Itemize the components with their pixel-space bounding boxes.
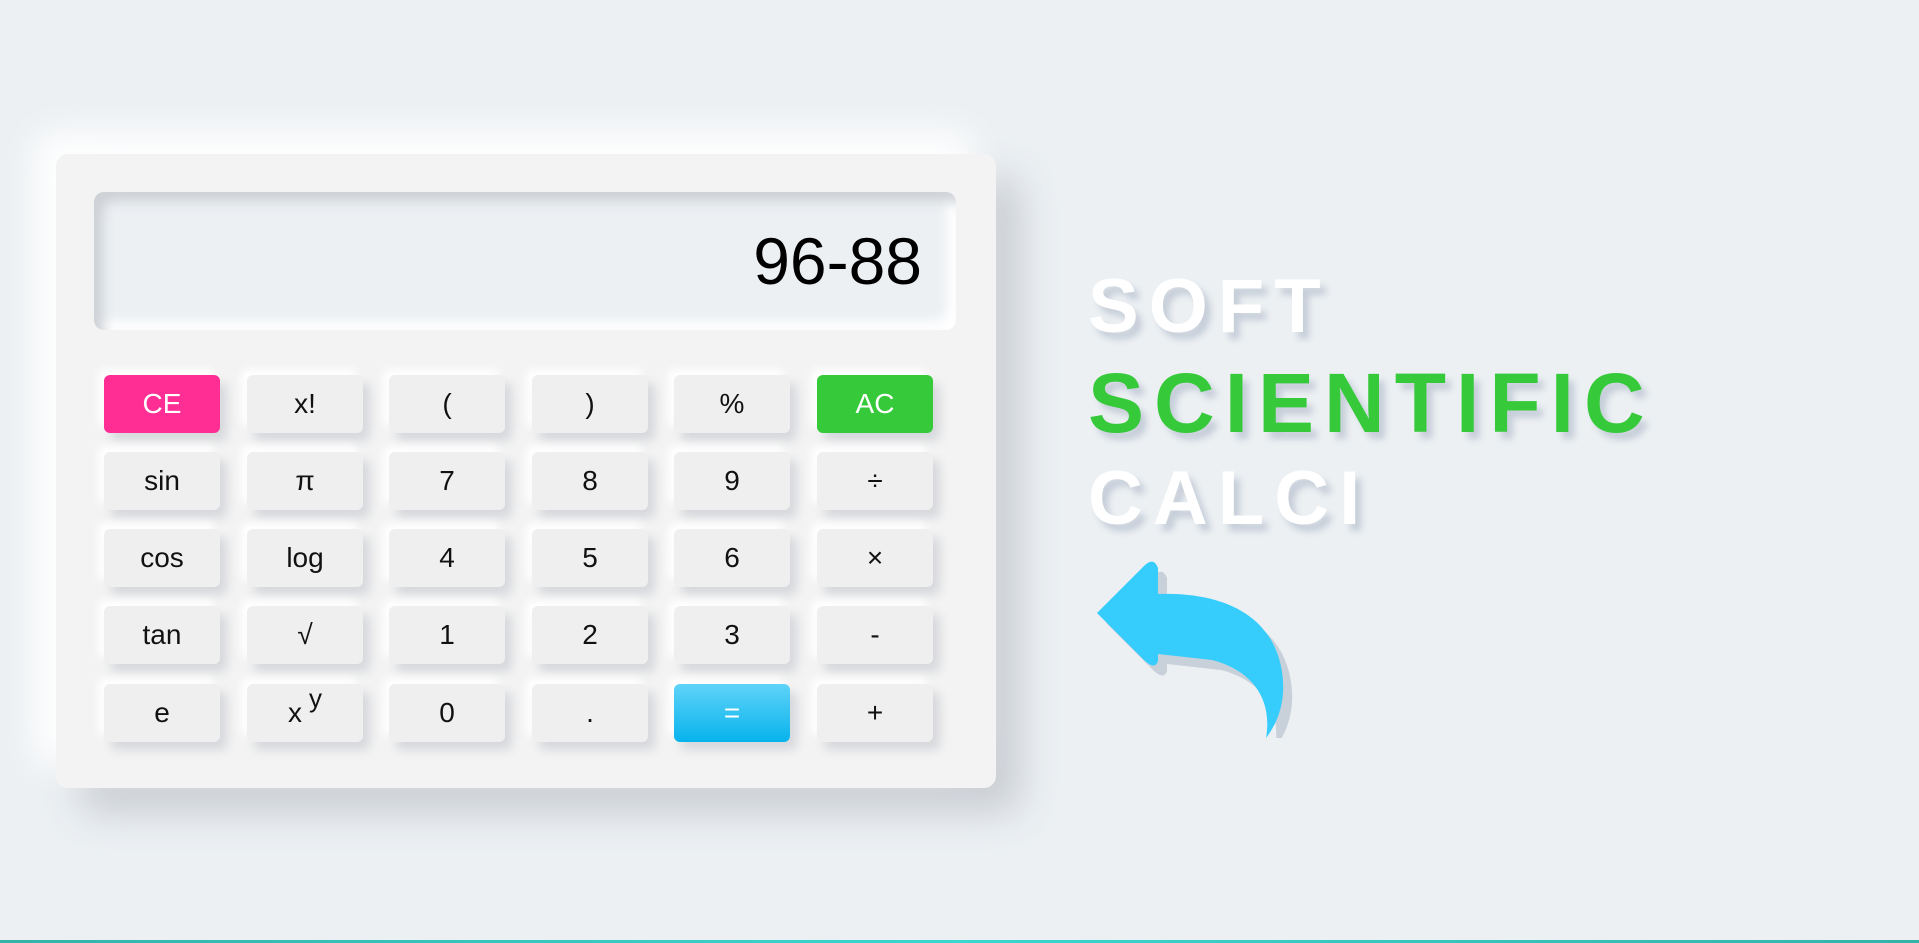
power-base-label: x [288, 697, 302, 728]
calculator-panel: 96-88 CE x! ( ) % AC sin π 7 8 9 ÷ cos l… [56, 154, 996, 788]
hero-line-soft: SOFT [1088, 264, 1331, 349]
decimal-point-button[interactable]: . [532, 684, 648, 742]
tan-button[interactable]: tan [104, 606, 220, 664]
digit-8-button[interactable]: 8 [532, 452, 648, 510]
digit-4-button[interactable]: 4 [389, 529, 505, 587]
multiply-button[interactable]: × [817, 529, 933, 587]
hero-line-calci: CALCI [1088, 456, 1371, 541]
euler-button[interactable]: e [104, 684, 220, 742]
sin-button[interactable]: sin [104, 452, 220, 510]
digit-1-button[interactable]: 1 [389, 606, 505, 664]
cos-button[interactable]: cos [104, 529, 220, 587]
pi-button[interactable]: π [247, 452, 363, 510]
open-paren-button[interactable]: ( [389, 375, 505, 433]
digit-2-button[interactable]: 2 [532, 606, 648, 664]
hero-title: SOFT SCIENTIFIC CALCI [1088, 259, 1655, 547]
equals-button[interactable]: = [674, 684, 790, 742]
power-button[interactable]: xy [247, 682, 363, 742]
close-paren-button[interactable]: ) [532, 375, 648, 433]
plus-button[interactable]: + [817, 684, 933, 742]
back-arrow-icon [1097, 561, 1293, 738]
log-button[interactable]: log [247, 529, 363, 587]
digit-3-button[interactable]: 3 [674, 606, 790, 664]
digit-7-button[interactable]: 7 [389, 452, 505, 510]
digit-5-button[interactable]: 5 [532, 529, 648, 587]
hero-line-scientific: SCIENTIFIC [1088, 356, 1655, 450]
square-root-button[interactable]: √ [247, 606, 363, 664]
factorial-button[interactable]: x! [247, 375, 363, 433]
divide-button[interactable]: ÷ [817, 452, 933, 510]
display-value: 96-88 [753, 224, 922, 298]
digit-6-button[interactable]: 6 [674, 529, 790, 587]
clear-entry-button[interactable]: CE [104, 375, 220, 433]
minus-button[interactable]: - [817, 606, 933, 664]
digit-9-button[interactable]: 9 [674, 452, 790, 510]
percent-button[interactable]: % [674, 375, 790, 433]
all-clear-button[interactable]: AC [817, 375, 933, 433]
power-exponent-label: y [309, 682, 322, 713]
calculator-display: 96-88 [94, 192, 956, 330]
digit-0-button[interactable]: 0 [389, 684, 505, 742]
